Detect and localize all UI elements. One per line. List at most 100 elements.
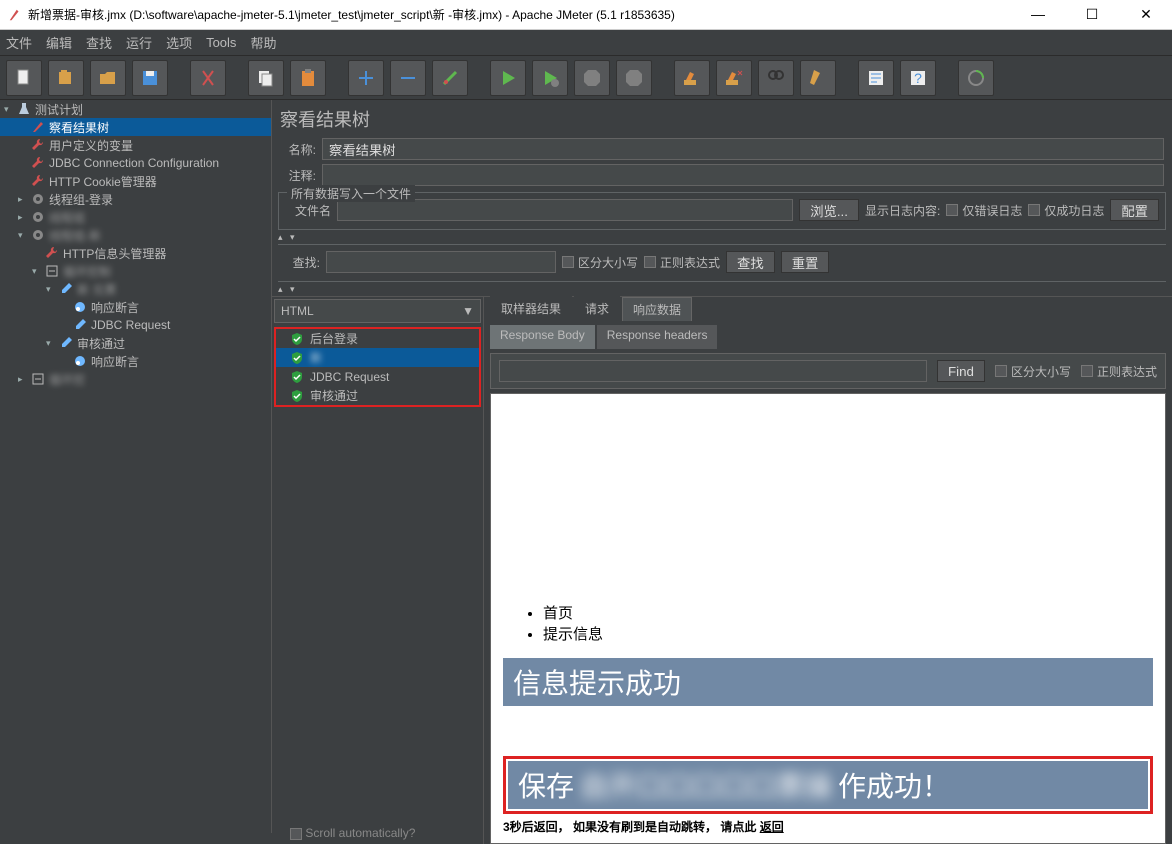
search-button[interactable]: 查找	[726, 251, 775, 273]
result-row[interactable]: JDBC Request	[276, 367, 479, 386]
response-body-view[interactable]: 首页 提示信息 信息提示成功 保存 自开口口口口口票操 作成功！	[490, 393, 1166, 844]
tree-node[interactable]: ▾新 兑票	[0, 280, 271, 298]
tree-node[interactable]: 响应断言	[0, 298, 271, 316]
subtab-response-headers[interactable]: Response headers	[597, 325, 718, 349]
success-only-checkbox[interactable]: 仅成功日志	[1028, 202, 1104, 219]
tree-node[interactable]: HTTP信息头管理器	[0, 244, 271, 262]
toolbar-templates-button[interactable]	[48, 60, 84, 96]
search-label: 查找:	[284, 254, 320, 271]
subtab-response-body[interactable]: Response Body	[490, 325, 595, 349]
result-row[interactable]: 后台登录	[276, 329, 479, 348]
tree-node[interactable]: 察看结果树	[0, 118, 271, 136]
menu-help[interactable]: 帮助	[250, 33, 276, 52]
menu-run[interactable]: 运行	[126, 33, 152, 52]
tree-node[interactable]: ▾循环控制	[0, 262, 271, 280]
toolbar-copy-button[interactable]	[248, 60, 284, 96]
result-row[interactable]: 审核通过	[276, 386, 479, 405]
errors-only-checkbox[interactable]: 仅错误日志	[946, 202, 1022, 219]
menu-file[interactable]: 文件	[6, 33, 32, 52]
tab-sampler-result[interactable]: 取样器结果	[490, 296, 572, 321]
panel-title: 察看结果树	[280, 106, 1164, 132]
name-input[interactable]	[322, 138, 1164, 160]
collapse-down2-icon[interactable]: ▾	[290, 284, 300, 294]
window-close-button[interactable]: ✕	[1128, 6, 1164, 23]
browse-button[interactable]: 浏览...	[799, 199, 859, 221]
response-banner-success-wrap: 保存 自开口口口口口票操 作成功！	[503, 756, 1153, 814]
tab-request[interactable]: 请求	[574, 296, 620, 321]
tree-node[interactable]: ▸线程组	[0, 208, 271, 226]
response-list-item: 首页	[543, 602, 1153, 623]
results-list[interactable]: 后台登录新JDBC Request审核通过	[274, 327, 481, 407]
menu-options[interactable]: 选项	[166, 33, 192, 52]
comment-input[interactable]	[322, 164, 1164, 186]
configure-button[interactable]: 配置	[1110, 199, 1159, 221]
svg-text:?: ?	[914, 70, 922, 86]
window-minimize-button[interactable]: —	[1020, 6, 1056, 23]
redacted-text: 自开口口口口口票操	[580, 765, 832, 805]
toolbar-toggle-button[interactable]	[432, 60, 468, 96]
toolbar-start-notimer-button[interactable]	[532, 60, 568, 96]
toolbar-expand-button[interactable]	[348, 60, 384, 96]
find-case-checkbox[interactable]: 区分大小写	[995, 363, 1071, 380]
toolbar-start-button[interactable]	[490, 60, 526, 96]
toolbar-collapse-button[interactable]	[390, 60, 426, 96]
filename-input[interactable]	[337, 199, 793, 221]
toolbar-save-button[interactable]	[132, 60, 168, 96]
chevron-down-icon: ▼	[462, 304, 474, 318]
tree-node[interactable]: JDBC Connection Configuration	[0, 154, 271, 172]
showlog-label: 显示日志内容:	[865, 202, 940, 219]
reset-button[interactable]: 重置	[781, 251, 830, 273]
tree-node[interactable]: 用户定义的变量	[0, 136, 271, 154]
toolbar-shutdown-button[interactable]	[616, 60, 652, 96]
response-return-link[interactable]: 返回	[760, 820, 784, 834]
response-list-item: 提示信息	[543, 623, 1153, 644]
menu-tools[interactable]: Tools	[206, 35, 236, 50]
tree-node[interactable]: 响应断言	[0, 352, 271, 370]
filename-label: 文件名	[285, 202, 331, 219]
toolbar-last-button[interactable]	[958, 60, 994, 96]
collapse-down-icon[interactable]: ▾	[290, 232, 300, 242]
result-row[interactable]: 新	[276, 348, 479, 367]
toolbar-clearall-button[interactable]	[716, 60, 752, 96]
tree-node[interactable]: ▾测试计划	[0, 100, 271, 118]
case-sensitive-checkbox[interactable]: 区分大小写	[562, 254, 638, 271]
tree-node[interactable]: JDBC Request	[0, 316, 271, 334]
tree-node[interactable]: ▸线程组-登录	[0, 190, 271, 208]
collapse-up-icon[interactable]: ▴	[278, 232, 288, 242]
toolbar-cut-button[interactable]	[190, 60, 226, 96]
window-maximize-button[interactable]: ☐	[1074, 6, 1110, 23]
renderer-combo[interactable]: HTML ▼	[274, 299, 481, 323]
comment-label: 注释:	[280, 167, 316, 184]
tab-response-data[interactable]: 响应数据	[622, 297, 692, 321]
test-plan-tree[interactable]: ▾测试计划察看结果树用户定义的变量JDBC Connection Configu…	[0, 100, 272, 833]
toolbar-stop-button[interactable]	[574, 60, 610, 96]
toolbar-search-button[interactable]	[758, 60, 794, 96]
menu-search[interactable]: 查找	[86, 33, 112, 52]
app-icon	[8, 8, 22, 22]
toolbar-help-button[interactable]: ?	[900, 60, 936, 96]
name-label: 名称:	[280, 141, 316, 158]
toolbar-clear-button[interactable]	[674, 60, 710, 96]
regex-checkbox[interactable]: 正则表达式	[644, 254, 720, 271]
tree-node[interactable]: ▸循环控	[0, 370, 271, 388]
find-regex-checkbox[interactable]: 正则表达式	[1081, 363, 1157, 380]
toolbar-paste-button[interactable]	[290, 60, 326, 96]
search-input[interactable]	[326, 251, 556, 273]
tree-node[interactable]: HTTP Cookie管理器	[0, 172, 271, 190]
scroll-auto-checkbox[interactable]: Scroll automatically?	[272, 822, 483, 844]
menubar: 文件 编辑 查找 运行 选项 Tools 帮助	[0, 30, 1172, 56]
response-banner-info: 信息提示成功	[503, 658, 1153, 706]
write-results-legend: 所有数据写入一个文件	[287, 185, 415, 202]
collapse-up2-icon[interactable]: ▴	[278, 284, 288, 294]
menu-edit[interactable]: 编辑	[46, 33, 72, 52]
toolbar-reset-search-button[interactable]	[800, 60, 836, 96]
find-button[interactable]: Find	[937, 360, 985, 382]
write-results-fieldset: 所有数据写入一个文件 文件名 浏览... 显示日志内容: 仅错误日志 仅成功日志…	[278, 192, 1166, 230]
toolbar-function-button[interactable]	[858, 60, 894, 96]
find-input[interactable]	[499, 360, 927, 382]
toolbar-open-button[interactable]	[90, 60, 126, 96]
toolbar-new-button[interactable]	[6, 60, 42, 96]
tree-node[interactable]: ▾审核通过	[0, 334, 271, 352]
tree-node[interactable]: ▾线程组-新	[0, 226, 271, 244]
find-row: Find 区分大小写 正则表达式	[490, 353, 1166, 389]
